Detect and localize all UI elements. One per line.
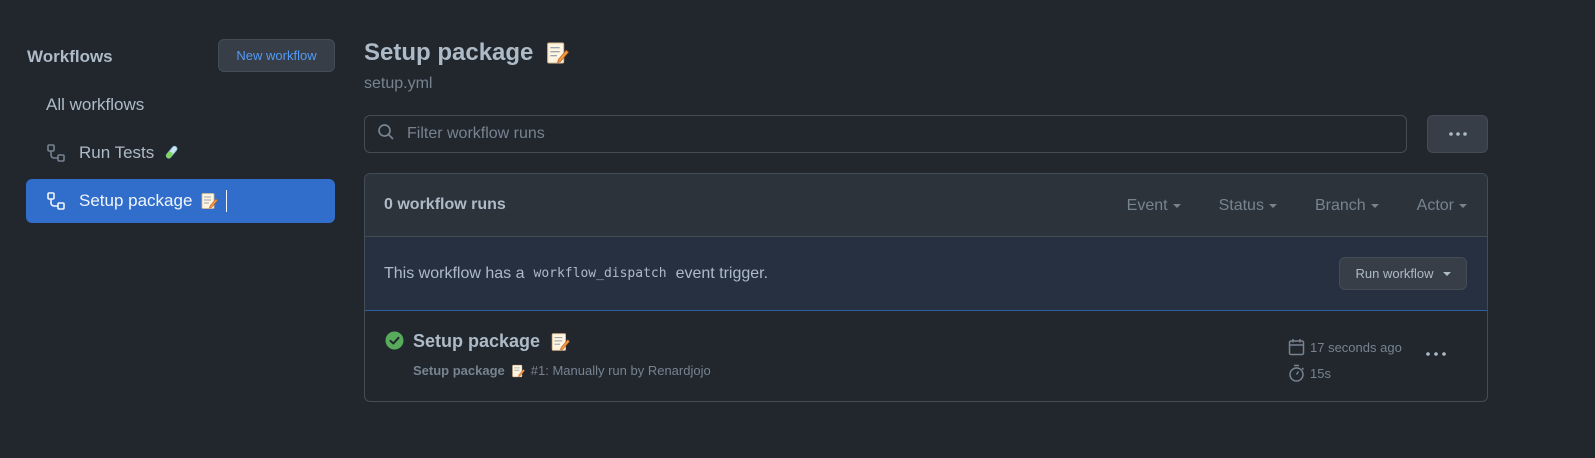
workflow-run-row: Setup package Setup package #1: Manually… (365, 311, 1487, 401)
dispatch-text-before: This workflow has a (384, 264, 525, 282)
sidebar-item-run-tests[interactable]: Run Tests (26, 131, 335, 175)
branch-filter-dropdown[interactable]: Branch (1315, 197, 1379, 215)
actions-page: Workflows New workflow All workflows Run… (0, 0, 1595, 458)
workflow-runs-panel: 0 workflow runs Event Status Branch Acto… (364, 173, 1488, 402)
runs-header: 0 workflow runs Event Status Branch Acto… (365, 174, 1487, 237)
caret-down-icon (1459, 203, 1467, 208)
search-icon (377, 123, 395, 146)
filter-box[interactable] (364, 115, 1407, 153)
memo-icon (511, 364, 525, 378)
workflow-icon (46, 143, 66, 163)
filter-row (364, 115, 1488, 155)
new-workflow-button[interactable]: New workflow (218, 39, 335, 72)
run-title-link[interactable]: Setup package (413, 331, 570, 352)
dispatch-text-after: event trigger. (675, 264, 769, 282)
page-title: Setup package (364, 39, 534, 66)
run-duration: 15s (1288, 362, 1402, 384)
caret-down-icon (1370, 203, 1379, 208)
sidebar-title: Workflows (27, 47, 113, 66)
dispatch-code: workflow_dispatch (533, 266, 667, 281)
status-filter-dropdown[interactable]: Status (1219, 197, 1277, 215)
runs-filters: Event Status Branch Actor (1127, 174, 1487, 237)
more-options-button[interactable] (1427, 115, 1488, 153)
run-workflow-name: Setup package (413, 363, 505, 378)
dispatch-banner: This workflow has a workflow_dispatch ev… (365, 237, 1487, 311)
run-options-button[interactable] (1423, 344, 1449, 364)
text-cursor (226, 190, 228, 212)
actor-filter-dropdown[interactable]: Actor (1417, 197, 1467, 215)
kebab-horizontal-icon (1426, 352, 1446, 356)
sidebar-item-setup-package[interactable]: Setup package (26, 179, 335, 223)
run-timing: 17 seconds ago 15s (1288, 336, 1402, 388)
sidebar-item-label: Run Tests (79, 143, 155, 162)
workflow-icon (46, 191, 66, 211)
kebab-horizontal-icon (1448, 132, 1467, 136)
memo-icon (545, 41, 570, 65)
sidebar-item-label: Setup package (79, 191, 193, 210)
caret-down-icon (1172, 203, 1181, 208)
memo-icon (550, 332, 570, 352)
workflow-main: Setup package setup.yml Filter workflow … (364, 38, 1488, 402)
stopwatch-icon (1289, 364, 1305, 382)
workflows-sidebar: Workflows New workflow All workflows Run… (26, 38, 335, 223)
test-tube-icon (162, 144, 180, 162)
run-workflow-button[interactable]: Run workflow (1339, 257, 1467, 290)
event-filter-dropdown[interactable]: Event (1127, 197, 1181, 215)
run-detail: #1: Manually run by Renardjojo (530, 363, 711, 378)
calendar-icon (1288, 339, 1305, 356)
runs-count: 0 workflow runs (384, 196, 506, 213)
filter-runs-input[interactable] (407, 125, 1387, 143)
memo-icon (200, 192, 219, 210)
workflow-file-link[interactable]: setup.yml (364, 75, 1488, 93)
run-time-ago: 17 seconds ago (1288, 336, 1402, 358)
sidebar-item-all-workflows[interactable]: All workflows (26, 83, 335, 127)
run-meta: Setup package #1: Manually run by Renard… (413, 363, 711, 378)
sidebar-item-label: All workflows (46, 95, 145, 114)
sidebar-header: Workflows New workflow (26, 38, 335, 74)
check-circle-icon (385, 331, 404, 355)
caret-down-icon (1442, 271, 1451, 276)
caret-down-icon (1268, 203, 1277, 208)
workflow-header: Setup package (364, 38, 1488, 68)
